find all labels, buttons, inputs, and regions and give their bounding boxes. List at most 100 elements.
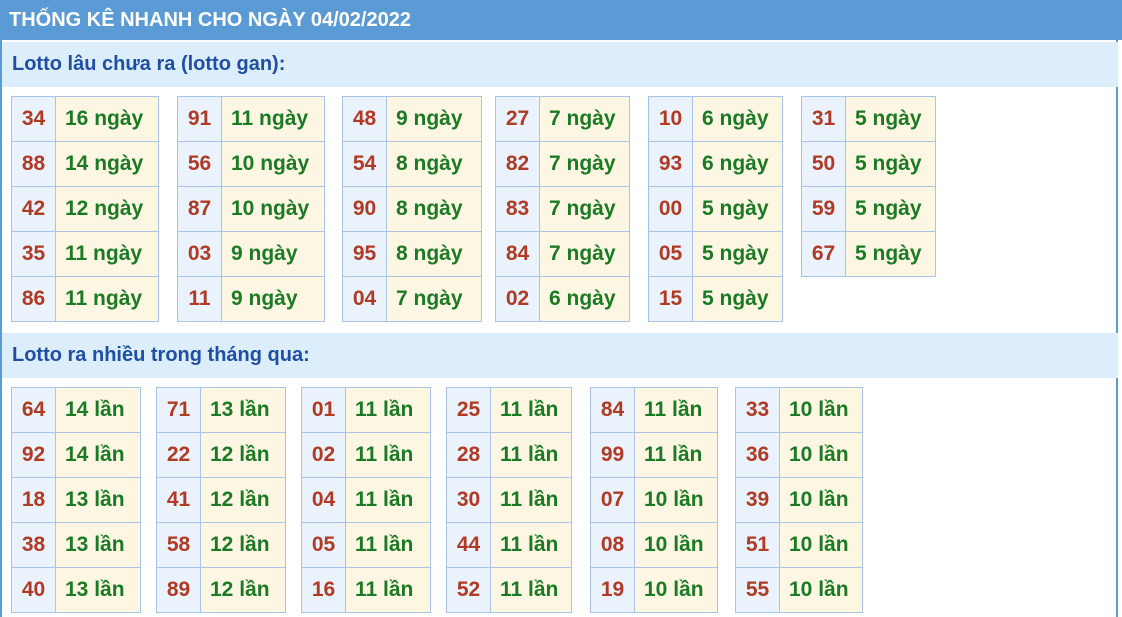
- lotto-number: 54: [342, 141, 387, 187]
- lotto-count: 5 ngày: [845, 186, 936, 232]
- table-row: 67 5 ngày: [801, 231, 936, 277]
- table-row: 18 13 lần: [11, 477, 141, 523]
- lotto-count: 10 lần: [779, 477, 863, 523]
- lotto-count: 16 ngày: [55, 96, 159, 142]
- stats-table: 34 16 ngày 88 14 ngày 42 12 ngày 35 11 ngày 86 11…: [11, 96, 159, 322]
- table-row: 88 14 ngày: [11, 141, 159, 187]
- table-row: 84 11 lần: [590, 387, 718, 433]
- lotto-count: 10 lần: [634, 567, 718, 613]
- table-row: 27 7 ngày: [495, 96, 630, 142]
- lotto-number: 08: [590, 522, 635, 568]
- lotto-number: 84: [495, 231, 540, 277]
- lotto-count: 7 ngày: [539, 96, 630, 142]
- table-row: 44 11 lần: [446, 522, 572, 568]
- table-row: 10 6 ngày: [648, 96, 783, 142]
- lotto-count: 5 ngày: [845, 96, 936, 142]
- lotto-number: 50: [801, 141, 846, 187]
- lotto-count: 12 lần: [200, 477, 286, 523]
- lotto-number: 04: [342, 276, 387, 322]
- lotto-count: 11 lần: [490, 522, 572, 568]
- lotto-count: 11 ngày: [55, 231, 159, 277]
- lotto-count: 5 ngày: [845, 141, 936, 187]
- lotto-count: 14 ngày: [55, 141, 159, 187]
- lotto-number: 03: [177, 231, 222, 277]
- lotto-count: 12 lần: [200, 432, 286, 478]
- lotto-number: 35: [11, 231, 56, 277]
- lotto-number: 36: [735, 432, 780, 478]
- table-row: 39 10 lần: [735, 477, 863, 523]
- lotto-number: 41: [156, 477, 201, 523]
- lotto-count: 5 ngày: [692, 276, 783, 322]
- lotto-number: 95: [342, 231, 387, 277]
- lotto-count: 12 lần: [200, 522, 286, 568]
- stats-table: 91 11 ngày 56 10 ngày 87 10 ngày 03 9 ngày 11 9 n…: [177, 96, 325, 322]
- lotto-count: 5 ngày: [692, 231, 783, 277]
- table-row: 11 9 ngày: [177, 276, 325, 322]
- lotto-number: 25: [446, 387, 491, 433]
- lotto-count: 11 lần: [345, 522, 431, 568]
- stats-table: 71 13 lần 22 12 lần 41 12 lần 58 12 lần 89 12 lần: [156, 387, 286, 613]
- stats-table: 27 7 ngày 82 7 ngày 83 7 ngày 84 7 ngày 02 6 ngày: [495, 96, 630, 322]
- table-row: 40 13 lần: [11, 567, 141, 613]
- lotto-count: 6 ngày: [692, 141, 783, 187]
- table-row: 04 11 lần: [301, 477, 431, 523]
- lotto-count: 10 lần: [634, 522, 718, 568]
- table-row: 82 7 ngày: [495, 141, 630, 187]
- lotto-count: 7 ngày: [539, 141, 630, 187]
- lotto-count: 11 ngày: [221, 96, 325, 142]
- lotto-number: 38: [11, 522, 56, 568]
- table-row: 71 13 lần: [156, 387, 286, 433]
- lotto-number: 71: [156, 387, 201, 433]
- stats-table: 10 6 ngày 93 6 ngày 00 5 ngày 05 5 ngày 15 5 ngày: [648, 96, 783, 322]
- lotto-number: 02: [495, 276, 540, 322]
- table-row: 95 8 ngày: [342, 231, 482, 277]
- lotto-number: 90: [342, 186, 387, 232]
- lotto-count: 11 lần: [345, 477, 431, 523]
- lotto-number: 51: [735, 522, 780, 568]
- lotto-count: 11 lần: [490, 567, 572, 613]
- lotto-count: 13 lần: [55, 567, 141, 613]
- table-row: 16 11 lần: [301, 567, 431, 613]
- section-heading-lotto-gan: Lotto lâu chưa ra (lotto gan):: [2, 42, 1118, 87]
- table-row: 30 11 lần: [446, 477, 572, 523]
- lotto-count: 8 ngày: [386, 141, 482, 187]
- lotto-count: 11 lần: [345, 567, 431, 613]
- lotto-number: 92: [11, 432, 56, 478]
- lotto-count: 10 lần: [779, 387, 863, 433]
- stats-table: 84 11 lần 99 11 lần 07 10 lần 08 10 lần 19 10 lần: [590, 387, 718, 613]
- lotto-number: 42: [11, 186, 56, 232]
- lotto-number: 55: [735, 567, 780, 613]
- lotto-count: 10 lần: [779, 567, 863, 613]
- table-row: 08 10 lần: [590, 522, 718, 568]
- table-row: 87 10 ngày: [177, 186, 325, 232]
- lotto-count: 13 lần: [55, 522, 141, 568]
- lotto-number: 11: [177, 276, 222, 322]
- lotto-number: 31: [801, 96, 846, 142]
- lotto-count: 7 ngày: [539, 186, 630, 232]
- lotto-number: 99: [590, 432, 635, 478]
- lotto-number: 19: [590, 567, 635, 613]
- table-row: 00 5 ngày: [648, 186, 783, 232]
- lotto-number: 91: [177, 96, 222, 142]
- table-row: 38 13 lần: [11, 522, 141, 568]
- lotto-number: 30: [446, 477, 491, 523]
- lotto-number: 28: [446, 432, 491, 478]
- lotto-count: 7 ngày: [539, 231, 630, 277]
- table-row: 90 8 ngày: [342, 186, 482, 232]
- table-row: 48 9 ngày: [342, 96, 482, 142]
- table-row: 51 10 lần: [735, 522, 863, 568]
- lotto-count: 10 lần: [634, 477, 718, 523]
- lotto-number: 10: [648, 96, 693, 142]
- lotto-count: 11 lần: [490, 477, 572, 523]
- lotto-number: 67: [801, 231, 846, 277]
- lotto-count: 6 ngày: [692, 96, 783, 142]
- lotto-count: 12 lần: [200, 567, 286, 613]
- table-row: 55 10 lần: [735, 567, 863, 613]
- lotto-number: 07: [590, 477, 635, 523]
- lotto-count: 10 ngày: [221, 141, 325, 187]
- lotto-count: 11 ngày: [55, 276, 159, 322]
- lotto-number: 27: [495, 96, 540, 142]
- table-row: 41 12 lần: [156, 477, 286, 523]
- stats-table: 31 5 ngày 50 5 ngày 59 5 ngày 67 5 ngày: [801, 96, 936, 277]
- table-row: 58 12 lần: [156, 522, 286, 568]
